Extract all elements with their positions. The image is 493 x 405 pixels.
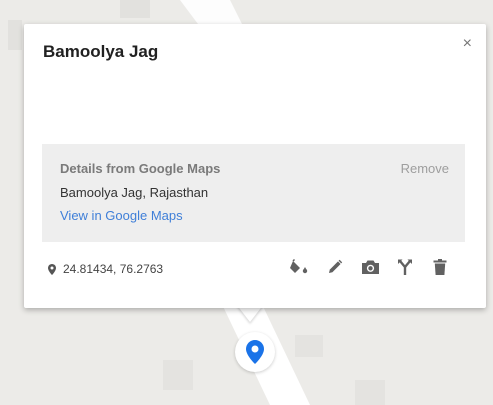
trash-icon [433, 259, 447, 275]
directions-button[interactable] [395, 257, 415, 277]
location-pin-icon [48, 263, 56, 275]
feature-toolbar [290, 257, 450, 277]
delete-button[interactable] [430, 257, 450, 277]
style-button[interactable] [290, 257, 310, 277]
place-address: Bamoolya Jag, Rajasthan [60, 185, 209, 200]
pencil-icon [329, 259, 343, 273]
map-marker-icon [246, 340, 264, 364]
place-info-card: Bamoolya Jag × Details from Google Maps … [24, 24, 486, 308]
view-in-google-maps-link[interactable]: View in Google Maps [60, 208, 183, 223]
place-title[interactable]: Bamoolya Jag [43, 42, 158, 62]
directions-fork-icon [398, 259, 412, 275]
map-marker[interactable] [235, 332, 275, 372]
edit-button[interactable] [325, 257, 345, 277]
close-icon[interactable]: × [463, 35, 472, 53]
paint-bucket-icon [290, 258, 308, 274]
remove-button[interactable]: Remove [401, 161, 449, 176]
camera-icon [361, 260, 379, 274]
coordinates-text: 24.81434, 76.2763 [63, 262, 164, 276]
details-heading: Details from Google Maps [60, 161, 221, 176]
coordinates-row: 24.81434, 76.2763 [48, 262, 163, 276]
add-photo-button[interactable] [360, 257, 380, 277]
google-maps-details-panel: Details from Google Maps Remove Bamoolya… [42, 144, 465, 242]
